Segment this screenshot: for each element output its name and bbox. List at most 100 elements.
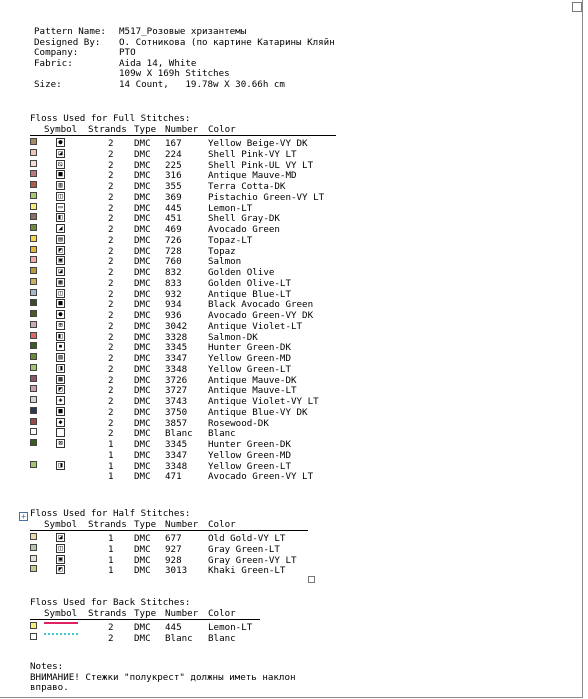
floss-number: 936 xyxy=(165,310,182,321)
half-stitches-table: Symbol Strands Type Number Color ◪ 1 DMC 677 Old … xyxy=(30,519,308,576)
strands: 1 xyxy=(108,533,114,544)
strands: 2 xyxy=(108,256,114,268)
floss-number: Blanc xyxy=(165,632,193,644)
table-row: ◧ 2 DMC 3328 Salmon-DK xyxy=(30,331,336,343)
color-name: Yellow Green-MD xyxy=(208,353,291,364)
table-rows: 2 DMC 445 Lemon-LT 2 DMC Blanc Blanc xyxy=(30,620,260,644)
strands: 2 xyxy=(108,170,114,182)
strands: 1 xyxy=(108,565,114,577)
floss-type: DMC xyxy=(134,353,151,364)
full-stitches-table: Symbol Strands Type Number Color ● 2 DMC 167 Yell… xyxy=(30,124,336,482)
color-swatch xyxy=(30,396,37,403)
table-row: ▦ 2 DMC 833 Golden Olive-LT xyxy=(30,277,336,289)
symbol-icon: ◧ xyxy=(56,213,65,223)
symbol-icon: ⧅ xyxy=(56,159,65,169)
color-name: Antique Blue-LT xyxy=(208,288,291,300)
floss-type: DMC xyxy=(134,331,151,343)
table-row: 2 DMC Blanc Blanc xyxy=(30,632,260,644)
symbol-icon: ◫ xyxy=(56,191,65,201)
table-header: Symbol Strands Type Number Color xyxy=(30,519,308,531)
floss-type: DMC xyxy=(134,148,151,160)
color-name: Blanc xyxy=(208,428,236,440)
floss-number: 760 xyxy=(165,256,182,268)
color-swatch xyxy=(30,554,37,562)
floss-type: DMC xyxy=(134,554,151,566)
strands: 2 xyxy=(108,245,114,257)
table-row: ◩ 2 DMC 728 Topaz xyxy=(30,245,336,257)
header-type: Type xyxy=(134,519,157,530)
header-strands: Strands xyxy=(88,519,127,530)
strands: 2 xyxy=(108,159,114,171)
symbol-icon: ◩ xyxy=(56,565,65,575)
table-row: ▧ 2 DMC 3347 Yellow Green-MD xyxy=(30,353,336,364)
floss-number: 3345 xyxy=(165,342,188,354)
symbol-icon: ▭ xyxy=(56,202,65,212)
color-swatch xyxy=(30,202,37,210)
symbol-icon: ▣ xyxy=(56,554,65,564)
floss-number: 3727 xyxy=(165,385,188,397)
back-stitches-title: Floss Used for Back Stitches: xyxy=(30,597,191,608)
color-swatch xyxy=(30,245,37,253)
notes-line-1: ВНИМАНИЕ! Стежки "полукрест" должны имет… xyxy=(30,671,296,683)
floss-number: 3347 xyxy=(165,353,188,364)
floss-number: 355 xyxy=(165,181,182,192)
floss-type: DMC xyxy=(134,471,151,483)
symbol-icon: ▩ xyxy=(56,374,65,384)
back-stitches-table: Symbol Strands Type Number Color 2 DMC 445 Lemon… xyxy=(30,608,260,644)
header-symbol: Symbol xyxy=(44,608,78,619)
color-name: Gray Green-LT xyxy=(208,543,280,555)
half-stitches-title: Floss Used for Half Stitches: xyxy=(30,508,191,519)
floss-type: DMC xyxy=(134,277,151,289)
symbol-icon: ◨ xyxy=(56,363,65,373)
color-name: Shell Pink-VY LT xyxy=(208,148,297,160)
table-row: ◩ 1 DMC 3013 Khaki Green-LT xyxy=(30,565,308,576)
color-name: Rosewood-DK xyxy=(208,417,269,429)
strands: 2 xyxy=(108,385,114,397)
symbol-icon: ◆ xyxy=(56,417,65,427)
color-swatch xyxy=(30,460,37,468)
color-swatch xyxy=(30,543,37,551)
color-name: Yellow Beige-VY DK xyxy=(208,138,308,149)
floss-type: DMC xyxy=(134,439,151,450)
floss-type: DMC xyxy=(134,406,151,418)
floss-number: 3013 xyxy=(165,565,188,577)
table-row: ▣ 1 DMC 928 Gray Green-VY LT xyxy=(30,554,308,566)
table-rows: ● 2 DMC 167 Yellow Beige-VY DK ◪ 2 DMC 224 Shell … xyxy=(30,136,336,482)
strands: 2 xyxy=(108,288,114,300)
table-row: ● 2 DMC 167 Yellow Beige-VY DK xyxy=(30,138,336,149)
symbol-icon: ◫ xyxy=(56,288,65,298)
color-name: Shell Gray-DK xyxy=(208,213,280,225)
color-swatch xyxy=(30,138,37,145)
table-row: ◪ 2 DMC 224 Shell Pink-VY LT xyxy=(30,148,336,160)
symbol-icon: ■ xyxy=(56,299,65,309)
designed-by: О. Сотникова (по картине Катарины Кляйн xyxy=(119,36,335,48)
color-name: Black Avocado Green xyxy=(208,299,314,311)
floss-type: DMC xyxy=(134,342,151,354)
expand-icon[interactable]: + xyxy=(19,512,28,521)
table-row: ◨ 2 DMC 3348 Yellow Green-LT xyxy=(30,363,336,375)
color-swatch xyxy=(30,170,37,178)
floss-number: 225 xyxy=(165,159,182,171)
symbol-icon: ◈ xyxy=(56,396,65,405)
table-row: ◈ 2 DMC 3743 Antique Violet-VY LT xyxy=(30,396,336,407)
resize-handle[interactable] xyxy=(308,576,315,583)
backstitch-line-icon xyxy=(44,622,78,624)
color-swatch xyxy=(30,148,37,156)
color-name: Avocado Green-VY LT xyxy=(208,471,314,483)
header-symbol: Symbol xyxy=(44,519,78,530)
table-row: 1 DMC 471 Avocado Green-VY LT xyxy=(30,471,336,482)
color-name: Antique Blue-VY DK xyxy=(208,406,308,418)
symbol-icon: ■ xyxy=(56,406,65,416)
floss-number: 3726 xyxy=(165,374,188,386)
floss-number: Blanc xyxy=(165,428,193,440)
floss-type: DMC xyxy=(134,363,151,375)
floss-number: 728 xyxy=(165,245,182,257)
floss-type: DMC xyxy=(134,267,151,278)
color-name: Pistachio Green-VY LT xyxy=(208,191,325,203)
table-row: ◆ 2 DMC 3857 Rosewood-DK xyxy=(30,417,336,429)
color-name: Salmon-DK xyxy=(208,331,258,343)
color-name: Old Gold-VY LT xyxy=(208,533,286,544)
floss-type: DMC xyxy=(134,202,151,214)
table-header: Symbol Strands Type Number Color xyxy=(30,608,260,620)
symbol-icon: ◩ xyxy=(56,245,65,255)
